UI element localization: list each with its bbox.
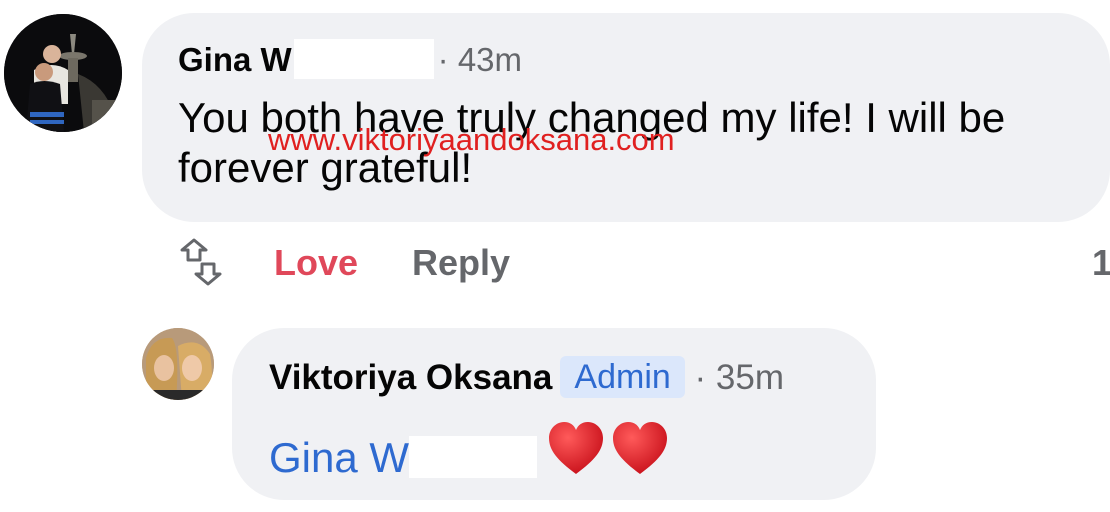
reply-author-avatar[interactable]: [142, 328, 214, 400]
reply-timestamp: · 35m: [694, 358, 784, 397]
reply-header: Viktoriya Oksana Admin · 35m: [269, 356, 784, 398]
comment-timestamp: · 43m: [437, 41, 523, 78]
reply-bubble: Viktoriya Oksana Admin · 35m Gina W: [232, 328, 876, 500]
reaction-swap-icon[interactable]: [178, 236, 224, 288]
comment-thread: Gina W · 43m You both have truly changed …: [0, 0, 1110, 512]
admin-badge: Admin: [560, 356, 685, 398]
love-button[interactable]: Love: [274, 242, 358, 284]
reaction-count[interactable]: 1: [1092, 242, 1110, 284]
redaction-box: [409, 436, 538, 478]
red-heart-icon: [547, 420, 669, 489]
mention-link[interactable]: Gina W: [269, 434, 409, 481]
comment-actions: Love Reply 1: [0, 236, 1110, 288]
reply-button[interactable]: Reply: [412, 242, 510, 284]
comment-bubble: Gina W · 43m You both have truly changed …: [142, 13, 1110, 222]
redaction-box: [293, 39, 434, 79]
watermark-text: www.viktoriyaandoksana.com: [268, 122, 675, 157]
avatar-photo-icon: [4, 14, 122, 132]
comment-header: Gina W · 43m: [178, 39, 522, 80]
reply-author-name[interactable]: Viktoriya Oksana: [269, 358, 552, 397]
comment-author-name[interactable]: Gina W: [178, 40, 292, 80]
reply-text: Gina W: [269, 420, 669, 489]
avatar-photo-icon: [142, 328, 214, 400]
commenter-avatar[interactable]: [4, 14, 122, 132]
